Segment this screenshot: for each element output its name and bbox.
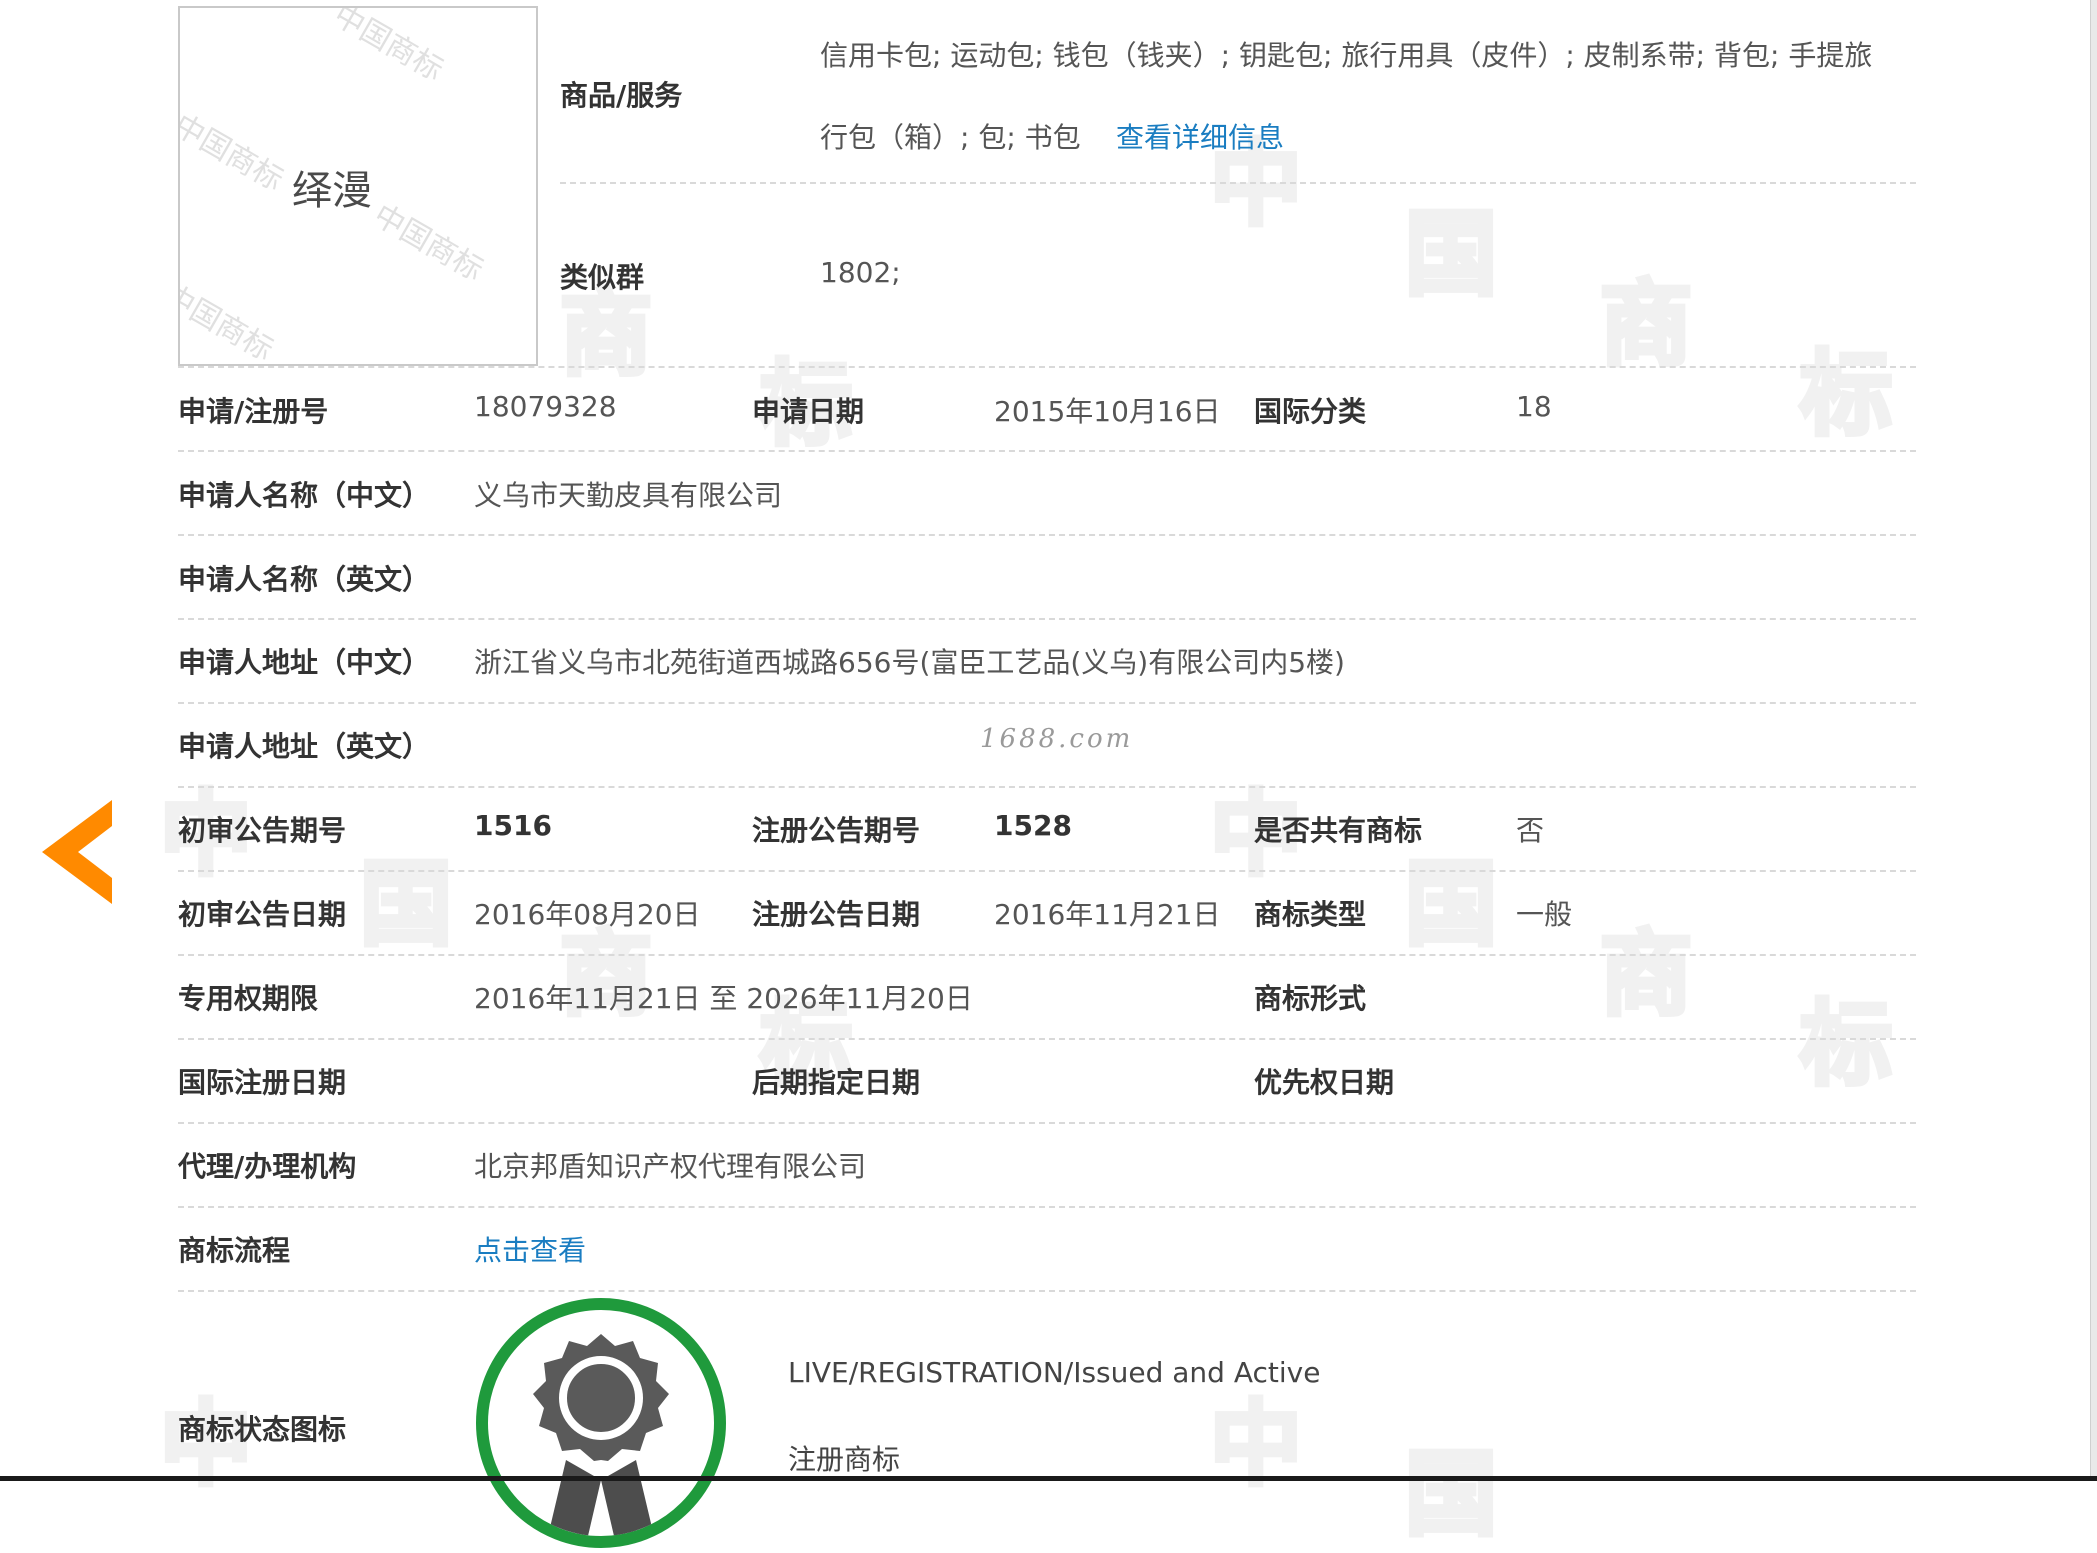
- status-icon-label: 商标状态图标: [178, 1413, 347, 1446]
- divider: [178, 870, 1916, 872]
- intl-reg-date-label: 国际注册日期: [178, 1066, 347, 1099]
- applicant-en-label: 申请人名称（英文）: [178, 563, 431, 596]
- reg-date-value: 2016年11月21日: [994, 898, 1221, 931]
- registered-status-icon: [476, 1298, 726, 1548]
- bg-watermark: 标: [1797, 339, 1894, 451]
- intl-class-label: 国际分类: [1254, 395, 1367, 428]
- trademark-detail-page: 中 国 商 标 商 标 中 国 商 标 中 国 商 标 中 中 国 1688.c…: [0, 0, 2097, 1551]
- divider: [178, 702, 1916, 704]
- divider: [178, 786, 1916, 788]
- mark-type-value: 一般: [1516, 898, 1573, 931]
- view-details-link[interactable]: 查看详细信息: [1116, 116, 1284, 156]
- bg-watermark: 中: [1207, 1389, 1304, 1501]
- trademark-name: 绎漫: [292, 168, 372, 214]
- intl-class-value: 18: [1516, 390, 1552, 423]
- prelim-date-label: 初审公告日期: [178, 898, 347, 931]
- later-date-label: 后期指定日期: [752, 1066, 921, 1099]
- process-label: 商标流程: [178, 1234, 291, 1267]
- status-en: LIVE/REGISTRATION/Issued and Active: [788, 1356, 1321, 1389]
- trademark-image: 中国商标 中国商标 中国商标 中国商标 绎漫: [178, 6, 538, 366]
- divider: [178, 1290, 1916, 1292]
- similar-group-value: 1802;: [820, 256, 901, 289]
- prelim-issue-label: 初审公告期号: [178, 814, 347, 847]
- bg-watermark: 国: [1402, 849, 1499, 961]
- exclusive-period-label: 专用权期限: [178, 982, 319, 1015]
- bg-watermark: 国: [1402, 1439, 1499, 1551]
- address-en-label: 申请人地址（英文）: [178, 730, 431, 763]
- divider: [178, 450, 1916, 452]
- goods-line-1: 信用卡包; 运动包; 钱包（钱夹）; 钥匙包; 旅行用具（皮件）; 皮制系带; …: [820, 39, 1873, 72]
- divider: [178, 534, 1916, 536]
- status-cn: 注册商标: [788, 1443, 901, 1476]
- agency-value: 北京邦盾知识产权代理有限公司: [474, 1150, 867, 1183]
- goods-label: 商品/服务: [560, 79, 683, 112]
- mark-form-label: 商标形式: [1254, 982, 1367, 1015]
- divider: [178, 1122, 1916, 1124]
- reg-issue-label: 注册公告期号: [752, 814, 921, 847]
- priority-date-label: 优先权日期: [1254, 1066, 1395, 1099]
- shared-mark-label: 是否共有商标: [1254, 814, 1423, 847]
- divider: [178, 954, 1916, 956]
- reg-date-label: 注册公告日期: [752, 898, 921, 931]
- exclusive-period-value: 2016年11月21日 至 2026年11月20日: [474, 982, 973, 1015]
- reg-no-label: 申请/注册号: [178, 395, 329, 428]
- divider: [178, 618, 1916, 620]
- reg-issue-value: 1528: [994, 809, 1072, 842]
- agency-label: 代理/办理机构: [178, 1150, 357, 1183]
- previous-arrow-icon[interactable]: [42, 800, 112, 904]
- site-watermark: 1688.com: [980, 724, 1134, 754]
- shared-mark-value: 否: [1516, 814, 1545, 847]
- goods-line-2: 行包（箱）; 包; 书包: [820, 121, 1081, 154]
- divider: [560, 182, 1916, 184]
- address-cn-label: 申请人地址（中文）: [178, 646, 431, 679]
- apply-date-label: 申请日期: [752, 395, 865, 428]
- bg-watermark: 商: [1597, 269, 1694, 381]
- applicant-cn-value: 义乌市天勤皮具有限公司: [474, 479, 783, 512]
- mark-type-label: 商标类型: [1254, 898, 1367, 931]
- prelim-date-value: 2016年08月20日: [474, 898, 701, 931]
- similar-group-label: 类似群: [560, 261, 645, 294]
- bg-watermark: 国: [357, 849, 454, 961]
- view-process-link[interactable]: 点击查看: [474, 1229, 586, 1269]
- reg-no-value: 18079328: [474, 390, 617, 423]
- award-ribbon-icon: [533, 1334, 669, 1536]
- bg-watermark: 国: [1402, 199, 1499, 311]
- prelim-issue-value: 1516: [474, 809, 552, 842]
- apply-date-value: 2015年10月16日: [994, 395, 1221, 428]
- divider: [178, 1038, 1916, 1040]
- divider: [178, 1206, 1916, 1208]
- divider: [178, 366, 1916, 368]
- bg-watermark: 商: [1597, 919, 1694, 1031]
- bg-watermark: 标: [1797, 989, 1894, 1101]
- applicant-cn-label: 申请人名称（中文）: [178, 479, 431, 512]
- bottom-edge: [0, 1476, 2097, 1481]
- scrollbar[interactable]: [2090, 0, 2097, 1481]
- address-cn-value: 浙江省义乌市北苑街道西城路656号(富臣工艺品(义乌)有限公司内5楼): [474, 646, 1345, 679]
